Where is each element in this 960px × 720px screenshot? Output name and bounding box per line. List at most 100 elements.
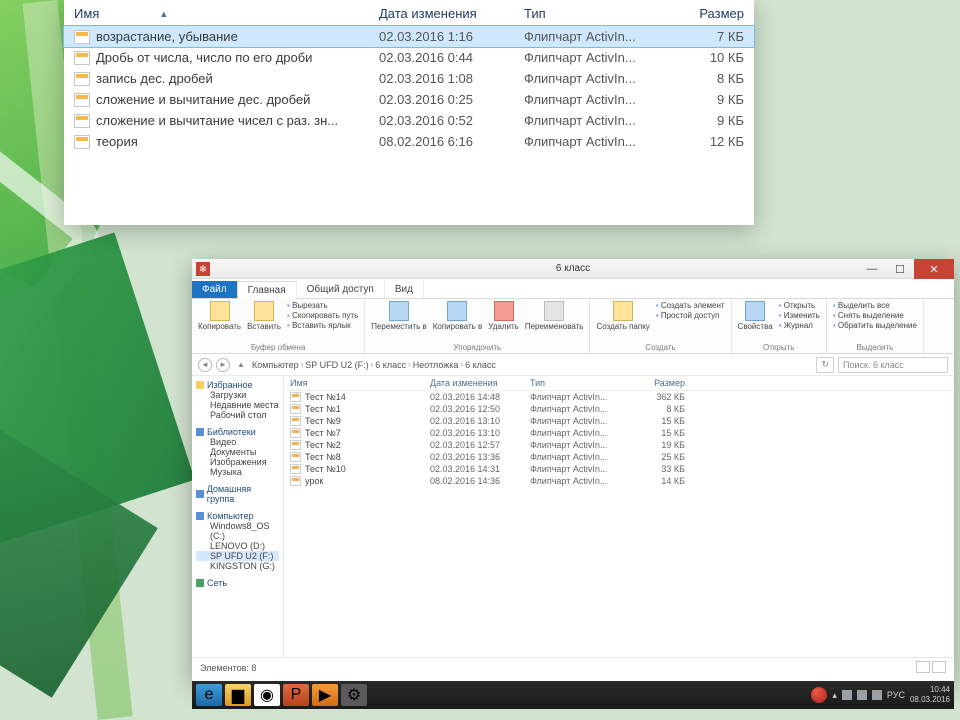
file-row[interactable]: Тест №902.03.2016 13:10Флипчарт ActivIn.… — [284, 415, 954, 427]
select-none-button[interactable]: Снять выделение — [833, 311, 917, 320]
tray-action-center-icon[interactable] — [842, 690, 852, 700]
header-size[interactable]: Размер — [654, 6, 744, 21]
rename-button[interactable]: Переименовать — [525, 301, 584, 331]
copy-to-button[interactable]: Копировать в — [433, 301, 483, 331]
tab-home[interactable]: Главная — [237, 281, 297, 299]
tree-item[interactable]: Музыка — [196, 467, 279, 477]
group-select-label: Выделить — [833, 343, 917, 352]
tree-libraries[interactable]: Библиотеки — [196, 427, 279, 437]
crumb[interactable]: Компьютер — [252, 360, 299, 370]
paste-shortcut-button[interactable]: Вставить ярлык — [287, 321, 358, 330]
taskbar-explorer-icon[interactable]: ▆ — [225, 684, 251, 706]
file-row[interactable]: Тест №1002.03.2016 14:31Флипчарт ActivIn… — [284, 463, 954, 475]
tree-item[interactable]: Недавние места — [196, 400, 279, 410]
tray-sound-icon[interactable] — [872, 690, 882, 700]
move-to-button[interactable]: Переместить в — [371, 301, 426, 331]
header-name[interactable]: Имя▲ — [74, 6, 379, 21]
fheader-type[interactable]: Тип — [530, 378, 625, 388]
header-date[interactable]: Дата изменения — [379, 6, 524, 21]
tray-network-icon[interactable] — [857, 690, 867, 700]
tree-computer[interactable]: Компьютер — [196, 511, 279, 521]
tree-favorites[interactable]: Избранное — [196, 380, 279, 390]
fheader-name[interactable]: Имя — [290, 378, 430, 388]
crumb[interactable]: Неотложка — [413, 360, 459, 370]
flipchart-icon — [74, 93, 90, 107]
crumb[interactable]: SP UFD U2 (F:) — [305, 360, 368, 370]
cut-button[interactable]: Вырезать — [287, 301, 358, 310]
tree-item[interactable]: Видео — [196, 437, 279, 447]
crumb[interactable]: 6 класс — [375, 360, 406, 370]
history-button[interactable]: Журнал — [779, 321, 820, 330]
taskbar-media-icon[interactable]: ▶ — [312, 684, 338, 706]
refresh-button[interactable]: ↻ — [816, 357, 834, 373]
copy-button[interactable]: Копировать — [198, 301, 241, 331]
new-folder-button[interactable]: Создать папку — [596, 301, 649, 331]
file-row[interactable]: урок08.02.2016 14:36Флипчарт ActivIn...1… — [284, 475, 954, 487]
tree-homegroup[interactable]: Домашняя группа — [196, 484, 279, 504]
view-buttons[interactable] — [914, 661, 946, 675]
tree-network[interactable]: Сеть — [196, 578, 279, 588]
fheader-date[interactable]: Дата изменения — [430, 378, 530, 388]
tree-item[interactable]: Изображения — [196, 457, 279, 467]
file-row[interactable]: возрастание, убывание02.03.2016 1:16Флип… — [64, 26, 754, 47]
easy-access-button[interactable]: Простой доступ — [656, 311, 725, 320]
group-open-label: Открыть — [738, 343, 820, 352]
file-row[interactable]: теория08.02.2016 6:16Флипчарт ActivIn...… — [64, 131, 754, 152]
system-tray[interactable]: ▴ РУС 10:4408.03.2016 — [811, 685, 950, 705]
tree-item[interactable]: SP UFD U2 (F:) — [196, 551, 279, 561]
tree-item[interactable]: Загрузки — [196, 390, 279, 400]
file-row[interactable]: сложение и вычитание чисел с раз. зн...0… — [64, 110, 754, 131]
tree-item[interactable]: LENOVO (D:) — [196, 541, 279, 551]
taskbar-app-icon[interactable]: ⚙ — [341, 684, 367, 706]
crumb[interactable]: 6 класс — [465, 360, 496, 370]
properties-button[interactable]: Свойства — [738, 301, 773, 331]
file-row[interactable]: Тест №802.03.2016 13:36Флипчарт ActivIn.… — [284, 451, 954, 463]
flipchart-icon — [290, 404, 301, 414]
close-button[interactable]: ✕ — [914, 259, 954, 279]
new-item-button[interactable]: Создать элемент — [656, 301, 725, 310]
file-row[interactable]: Тест №102.03.2016 12:50Флипчарт ActivIn.… — [284, 403, 954, 415]
invert-selection-button[interactable]: Обратить выделение — [833, 321, 917, 330]
back-button[interactable]: ◄ — [198, 358, 212, 372]
maximize-button[interactable]: ☐ — [886, 259, 914, 279]
tree-item[interactable]: Windows8_OS (C:) — [196, 521, 279, 541]
select-all-button[interactable]: Выделить все — [833, 301, 917, 310]
taskbar-ie-icon[interactable]: e — [196, 684, 222, 706]
tree-item[interactable]: Рабочий стол — [196, 410, 279, 420]
file-row[interactable]: Дробь от числа, число по его дроби02.03.… — [64, 47, 754, 68]
flipchart-icon — [290, 440, 301, 450]
nav-tree[interactable]: Избранное ЗагрузкиНедавние местаРабочий … — [192, 376, 284, 657]
tab-view[interactable]: Вид — [385, 281, 424, 298]
tree-item[interactable]: KINGSTON (G:) — [196, 561, 279, 571]
tab-share[interactable]: Общий доступ — [297, 281, 385, 298]
tray-alert-icon[interactable] — [811, 687, 827, 703]
tray-language[interactable]: РУС — [887, 690, 905, 700]
tab-file[interactable]: Файл — [192, 281, 237, 298]
edit-button[interactable]: Изменить — [779, 311, 820, 320]
taskbar-chrome-icon[interactable]: ◉ — [254, 684, 280, 706]
taskbar-powerpoint-icon[interactable]: P — [283, 684, 309, 706]
address-bar: ◄ ► ▲ Компьютер›SP UFD U2 (F:)›6 класс›Н… — [192, 354, 954, 376]
up-button[interactable]: ▲ — [234, 358, 248, 372]
file-row[interactable]: запись дес. дробей02.03.2016 1:08Флипчар… — [64, 68, 754, 89]
tray-clock[interactable]: 10:4408.03.2016 — [910, 685, 950, 705]
taskbar: e ▆ ◉ P ▶ ⚙ ▴ РУС 10:4408.03.2016 — [192, 681, 954, 709]
header-type[interactable]: Тип — [524, 6, 654, 21]
tray-expand-icon[interactable]: ▴ — [832, 690, 837, 701]
tree-item[interactable]: Документы — [196, 447, 279, 457]
paste-button[interactable]: Вставить — [247, 301, 281, 331]
titlebar[interactable]: ✻ 6 класс — ☐ ✕ — [192, 259, 954, 279]
file-row[interactable]: Тест №202.03.2016 12:57Флипчарт ActivIn.… — [284, 439, 954, 451]
file-row[interactable]: Тест №702.03.2016 13:10Флипчарт ActivIn.… — [284, 427, 954, 439]
file-row[interactable]: сложение и вычитание дес. дробей02.03.20… — [64, 89, 754, 110]
delete-button[interactable]: Удалить — [488, 301, 519, 331]
forward-button[interactable]: ► — [216, 358, 230, 372]
open-button[interactable]: Открыть — [779, 301, 820, 310]
minimize-button[interactable]: — — [858, 259, 886, 279]
search-input[interactable]: Поиск: 6 класс — [838, 357, 948, 373]
group-create-label: Создать — [596, 343, 724, 352]
copy-path-button[interactable]: Скопировать путь — [287, 311, 358, 320]
file-row[interactable]: Тест №1402.03.2016 14:48Флипчарт ActivIn… — [284, 391, 954, 403]
breadcrumb[interactable]: Компьютер›SP UFD U2 (F:)›6 класс›Неотлож… — [252, 360, 496, 370]
fheader-size[interactable]: Размер — [625, 378, 685, 388]
